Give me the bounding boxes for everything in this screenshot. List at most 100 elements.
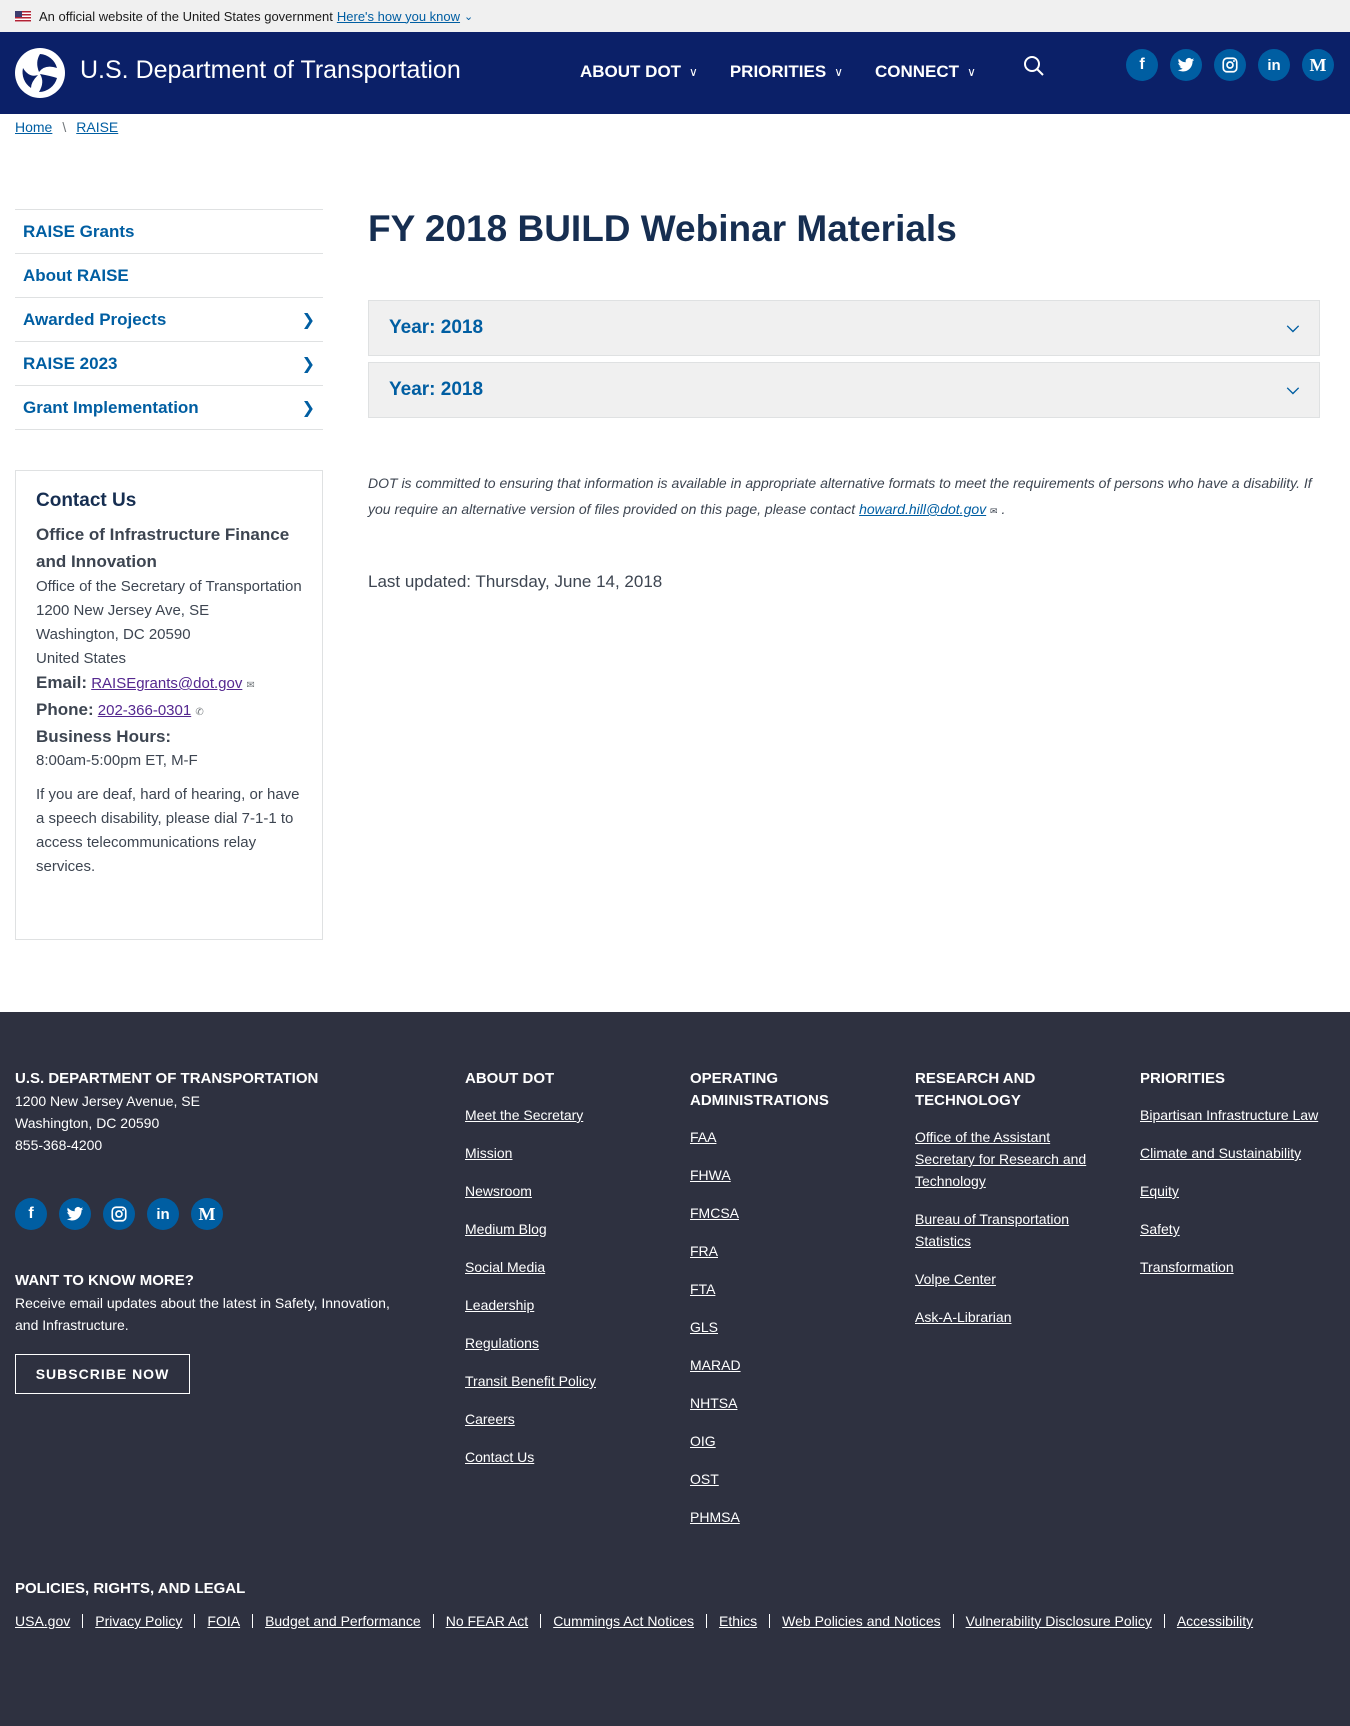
breadcrumb-separator: \ [62, 119, 67, 135]
us-flag-icon [15, 10, 31, 22]
contact-email-link[interactable]: RAISEgrants@dot.gov [91, 675, 242, 692]
subscribe-button[interactable]: SUBSCRIBE NOW [15, 1354, 190, 1394]
footer-link-phmsa[interactable]: PHMSA [690, 1506, 880, 1528]
medium-icon[interactable]: M [1302, 49, 1334, 81]
footer-link-leadership[interactable]: Leadership [465, 1294, 665, 1316]
footer-link-equity[interactable]: Equity [1140, 1180, 1340, 1202]
legal-link-usa-gov[interactable]: USA.gov [15, 1614, 82, 1628]
instagram-icon[interactable] [1214, 49, 1246, 81]
linkedin-icon[interactable]: in [1258, 49, 1290, 81]
header-social-links: f in M [1126, 49, 1334, 81]
footer-link-bipartisan-infrastructure-law[interactable]: Bipartisan Infrastructure Law [1140, 1104, 1340, 1126]
facebook-icon[interactable]: f [1126, 49, 1158, 81]
accordion-year-2018[interactable]: Year: 2018 ⌵ [368, 300, 1320, 356]
footer-link-office-of-the-assistant-secretary-for-research-and-technology[interactable]: Office of the Assistant Secretary for Re… [915, 1126, 1105, 1192]
footer-link-ask-a-librarian[interactable]: Ask-A-Librarian [915, 1306, 1105, 1328]
contact-address-line: Washington, DC 20590 [36, 626, 191, 643]
legal-link-cummings-act-notices[interactable]: Cummings Act Notices [540, 1614, 706, 1628]
legal-link-vulnerability-disclosure-policy[interactable]: Vulnerability Disclosure Policy [952, 1614, 1164, 1628]
chevron-right-icon[interactable]: ❯ [302, 398, 315, 418]
footer-link-social-media[interactable]: Social Media [465, 1256, 665, 1278]
twitter-icon[interactable] [1170, 49, 1202, 81]
mail-icon: ✉ [990, 506, 998, 516]
legal-link-ethics[interactable]: Ethics [706, 1614, 769, 1628]
footer-link-transit-benefit-policy[interactable]: Transit Benefit Policy [465, 1370, 665, 1392]
side-nav-label: Awarded Projects [23, 309, 167, 329]
contact-address-line: 1200 New Jersey Ave, SE [36, 602, 210, 619]
side-nav-grant-implementation[interactable]: Grant Implementation ❯ [15, 386, 323, 430]
medium-icon[interactable]: M [191, 1198, 223, 1230]
site-title[interactable]: U.S. Department of Transportation [80, 56, 461, 85]
accordion-year-2018[interactable]: Year: 2018 ⌵ [368, 362, 1320, 418]
dot-logo-icon[interactable] [15, 48, 65, 98]
side-nav-label: About RAISE [23, 265, 129, 285]
chevron-down-icon: ∨ [689, 65, 698, 79]
heres-how-you-know-link[interactable]: Here's how you know [337, 9, 460, 24]
footer-research-links: Office of the Assistant Secretary for Re… [915, 1126, 1105, 1328]
footer-link-volpe-center[interactable]: Volpe Center [915, 1268, 1105, 1290]
legal-heading: POLICIES, RIGHTS, AND LEGAL [15, 1580, 246, 1597]
contact-phone-link[interactable]: 202-366-0301 [98, 702, 191, 719]
footer-link-careers[interactable]: Careers [465, 1408, 665, 1430]
page-title: FY 2018 BUILD Webinar Materials [368, 208, 957, 249]
nav-about-dot[interactable]: ABOUT DOT ∨ [580, 62, 698, 82]
breadcrumb-home[interactable]: Home [15, 119, 52, 135]
footer-link-marad[interactable]: MARAD [690, 1354, 880, 1376]
footer-priorities-links: Bipartisan Infrastructure Law Climate and… [1140, 1104, 1340, 1278]
footer-link-transformation[interactable]: Transformation [1140, 1256, 1340, 1278]
nav-priorities[interactable]: PRIORITIES ∨ [730, 62, 843, 82]
side-nav-raise-grants[interactable]: RAISE Grants [15, 210, 323, 254]
footer-about-links: Meet the Secretary Mission Newsroom Medium … [465, 1104, 665, 1468]
footer-link-medium-blog[interactable]: Medium Blog [465, 1218, 665, 1240]
legal-link-no-fear-act[interactable]: No FEAR Act [432, 1614, 540, 1628]
instagram-icon[interactable] [103, 1198, 135, 1230]
footer-link-newsroom[interactable]: Newsroom [465, 1180, 665, 1202]
footer-social-links: f in M [15, 1198, 223, 1230]
footer-link-fra[interactable]: FRA [690, 1240, 880, 1262]
legal-link-foia[interactable]: FOIA [194, 1614, 252, 1628]
facebook-icon[interactable]: f [15, 1198, 47, 1230]
side-nav-about-raise[interactable]: About RAISE [15, 254, 323, 298]
breadcrumb-raise[interactable]: RAISE [76, 119, 118, 135]
side-nav-raise-2023[interactable]: RAISE 2023 ❯ [15, 342, 323, 386]
footer-link-climate-and-sustainability[interactable]: Climate and Sustainability [1140, 1142, 1340, 1164]
chevron-right-icon[interactable]: ❯ [302, 310, 315, 330]
footer-link-faa[interactable]: FAA [690, 1126, 880, 1148]
chevron-down-icon[interactable]: ⌄ [464, 10, 473, 23]
linkedin-icon[interactable]: in [147, 1198, 179, 1230]
footer-link-fhwa[interactable]: FHWA [690, 1164, 880, 1186]
last-updated: Last updated: Thursday, June 14, 2018 [368, 572, 663, 591]
legal-link-accessibility[interactable]: Accessibility [1163, 1614, 1265, 1628]
nav-connect[interactable]: CONNECT ∨ [875, 62, 976, 82]
footer-phone: 855-368-4200 [15, 1137, 103, 1153]
nav-label: PRIORITIES [729, 62, 827, 81]
footer-col-heading: OPERATING ADMINISTRATIONS [690, 1070, 829, 1109]
footer-link-fta[interactable]: FTA [690, 1278, 880, 1300]
footer-link-bureau-of-transportation-statistics[interactable]: Bureau of Transportation Statistics [915, 1208, 1105, 1252]
legal-link-budget-and-performance[interactable]: Budget and Performance [252, 1614, 433, 1628]
footer-link-gls[interactable]: GLS [690, 1316, 880, 1338]
chevron-right-icon[interactable]: ❯ [302, 354, 315, 374]
chevron-down-icon: ⌵ [1286, 381, 1299, 398]
footer-link-fmcsa[interactable]: FMCSA [690, 1202, 880, 1224]
search-icon[interactable] [1022, 54, 1046, 78]
footer-link-regulations[interactable]: Regulations [465, 1332, 665, 1354]
notice-email-link[interactable]: howard.hill@dot.gov [859, 501, 986, 517]
gov-banner: An official website of the United States… [0, 0, 1350, 32]
legal-link-privacy-policy[interactable]: Privacy Policy [82, 1614, 194, 1628]
footer-org: U.S. DEPARTMENT OF TRANSPORTATION [15, 1070, 319, 1087]
footer-col-heading: PRIORITIES [1140, 1070, 1226, 1087]
footer-link-meet-the-secretary[interactable]: Meet the Secretary [465, 1104, 665, 1126]
footer-link-safety[interactable]: Safety [1140, 1218, 1340, 1240]
footer-link-oig[interactable]: OIG [690, 1430, 880, 1452]
footer-link-nhtsa[interactable]: NHTSA [690, 1392, 880, 1414]
footer-link-contact-us[interactable]: Contact Us [465, 1446, 665, 1468]
notice-end: . [1001, 501, 1006, 517]
side-nav-awarded-projects[interactable]: Awarded Projects ❯ [15, 298, 323, 342]
contact-address-line: United States [36, 650, 127, 667]
twitter-icon[interactable] [59, 1198, 91, 1230]
legal-link-web-policies-and-notices[interactable]: Web Policies and Notices [769, 1614, 952, 1628]
footer-link-mission[interactable]: Mission [465, 1142, 665, 1164]
footer-link-ost[interactable]: OST [690, 1468, 880, 1490]
accessibility-notice: DOT is committed to ensuring that inform… [368, 470, 1320, 524]
